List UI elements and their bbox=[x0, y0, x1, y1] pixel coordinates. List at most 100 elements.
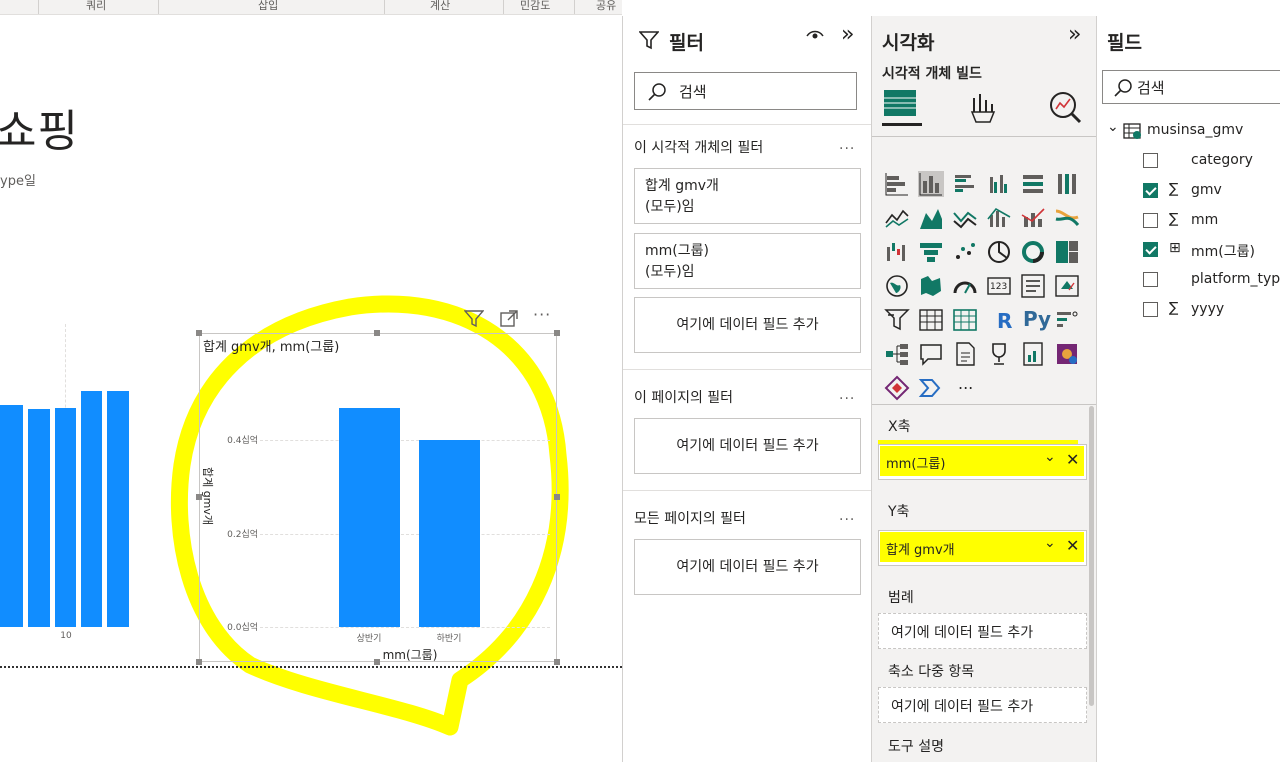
focus-mode-icon[interactable] bbox=[499, 310, 519, 328]
all-pages-filters-more-icon[interactable]: ... bbox=[839, 508, 855, 524]
narrative-icon[interactable] bbox=[952, 341, 978, 367]
fields-search-input[interactable]: 검색 bbox=[1102, 70, 1280, 104]
build-visual-tab[interactable] bbox=[882, 86, 922, 126]
field-checkbox[interactable] bbox=[1143, 213, 1158, 228]
page-add-field-drop[interactable]: 여기에 데이터 필드 추가 bbox=[634, 418, 861, 474]
y-tick-label: 0.0십억 bbox=[227, 623, 258, 633]
x-axis-field-pill[interactable]: mm(그룹) ⌄ ✕ bbox=[880, 446, 1084, 476]
field-label: category bbox=[1191, 152, 1253, 168]
ribbon-tab-insert[interactable]: 삽입 bbox=[258, 0, 278, 13]
pie-chart-icon[interactable] bbox=[986, 239, 1012, 265]
decomposition-tree-icon[interactable] bbox=[884, 341, 910, 367]
matrix-icon[interactable] bbox=[952, 307, 978, 333]
key-influencers-icon[interactable] bbox=[1054, 307, 1080, 333]
scatter-icon[interactable] bbox=[952, 239, 978, 265]
remove-field-icon[interactable]: ✕ bbox=[1066, 450, 1079, 469]
analytics-icon[interactable] bbox=[1048, 90, 1082, 124]
small-multiples-well[interactable]: 여기에 데이터 필드 추가 bbox=[878, 687, 1087, 723]
viz-scrollbar[interactable] bbox=[1089, 406, 1094, 706]
eye-icon[interactable] bbox=[805, 28, 825, 44]
ribbon-tab-sensitivity[interactable]: 민감도 bbox=[520, 0, 550, 13]
paginated-report-icon[interactable] bbox=[1020, 341, 1046, 367]
chevron-expanded-icon[interactable]: ⌄ bbox=[1107, 119, 1119, 135]
clustered-column-icon[interactable] bbox=[986, 171, 1012, 197]
stacked-area-icon[interactable] bbox=[952, 205, 978, 231]
python-visual-icon[interactable]: Py bbox=[1023, 307, 1051, 331]
filter-card-mm-group[interactable]: mm(그룹) (모두)임 bbox=[634, 233, 861, 289]
field-checkbox-checked[interactable] bbox=[1143, 183, 1158, 198]
multi-row-card-icon[interactable] bbox=[1020, 273, 1046, 299]
legend-well[interactable]: 여기에 데이터 필드 추가 bbox=[878, 613, 1087, 649]
sum-icon: ∑ bbox=[1169, 300, 1179, 316]
collapse-filters-icon[interactable]: » bbox=[841, 22, 854, 47]
ribbon-tab-share[interactable]: 공유 bbox=[596, 0, 616, 13]
field-checkbox[interactable] bbox=[1143, 302, 1158, 317]
gauge-icon[interactable] bbox=[952, 273, 978, 299]
funnel-icon[interactable] bbox=[918, 239, 944, 265]
y-axis-field-pill[interactable]: 합계 gmv개 ⌄ ✕ bbox=[880, 532, 1084, 562]
power-automate-icon[interactable] bbox=[884, 375, 910, 401]
ribbon-tab-query[interactable]: 쿼리 bbox=[86, 0, 106, 13]
stacked-bar-icon[interactable] bbox=[884, 171, 910, 197]
resize-handle[interactable] bbox=[196, 659, 202, 665]
table-icon[interactable] bbox=[918, 307, 944, 333]
qa-icon[interactable] bbox=[918, 341, 944, 367]
chevron-down-icon[interactable]: ⌄ bbox=[1044, 535, 1056, 551]
format-visual-icon[interactable] bbox=[968, 90, 1000, 124]
resize-handle[interactable] bbox=[374, 330, 380, 336]
100-column-icon[interactable] bbox=[1054, 171, 1080, 197]
ribbon-tab-calc[interactable]: 계산 bbox=[430, 0, 450, 13]
field-checkbox[interactable] bbox=[1143, 153, 1158, 168]
map-icon[interactable] bbox=[884, 273, 910, 299]
kpi-icon[interactable] bbox=[1054, 273, 1080, 299]
visual-filters-heading: 이 시각적 개체의 필터 bbox=[634, 140, 764, 156]
visual-filters-more-icon[interactable]: ... bbox=[839, 137, 855, 153]
r-visual-icon[interactable]: R bbox=[997, 309, 1012, 333]
filter-icon bbox=[639, 31, 659, 50]
y-tick-label: 0.2십억 bbox=[227, 529, 258, 540]
visual-more-options-icon[interactable]: ··· bbox=[533, 305, 551, 324]
line-stacked-column-icon[interactable] bbox=[1020, 205, 1046, 231]
smart-narrative-icon[interactable] bbox=[918, 375, 944, 401]
y-tick-label: 0.4십억 bbox=[227, 436, 258, 447]
chevron-down-icon[interactable]: ⌄ bbox=[1044, 449, 1056, 465]
field-checkbox-checked[interactable] bbox=[1143, 242, 1158, 257]
visual-filter-icon[interactable] bbox=[464, 310, 484, 328]
line-chart-icon[interactable] bbox=[884, 205, 910, 231]
more-visuals-icon[interactable]: ... bbox=[958, 374, 973, 393]
bar-1[interactable] bbox=[338, 407, 400, 627]
stacked-column-icon[interactable] bbox=[918, 171, 944, 197]
line-clustered-column-icon[interactable] bbox=[986, 205, 1012, 231]
donut-chart-icon[interactable] bbox=[1020, 239, 1046, 265]
resize-handle[interactable] bbox=[554, 659, 560, 665]
slicer-icon[interactable] bbox=[884, 307, 910, 333]
field-checkbox[interactable] bbox=[1143, 272, 1158, 287]
all-pages-add-field-drop[interactable]: 여기에 데이터 필드 추가 bbox=[634, 539, 861, 595]
filters-search-input[interactable]: 검색 bbox=[634, 72, 857, 110]
remove-field-icon[interactable]: ✕ bbox=[1066, 536, 1079, 555]
resize-handle[interactable] bbox=[554, 494, 560, 500]
goals-icon[interactable] bbox=[986, 341, 1012, 367]
bar-2[interactable] bbox=[418, 440, 480, 627]
resize-handle[interactable] bbox=[554, 330, 560, 336]
power-apps-icon[interactable] bbox=[1054, 341, 1080, 367]
viz-build-heading: 시각적 개체 빌드 bbox=[882, 66, 982, 82]
collapse-viz-icon[interactable]: » bbox=[1068, 22, 1081, 47]
left-chart[interactable]: 10 bbox=[0, 320, 135, 650]
fields-title: 필드 bbox=[1107, 32, 1142, 54]
filter-card-gmv-name: 합계 gmv개 bbox=[645, 178, 719, 194]
filled-map-icon[interactable] bbox=[918, 273, 944, 299]
field-label: yyyy bbox=[1191, 301, 1225, 317]
filter-card-gmv[interactable]: 합계 gmv개 (모두)임 bbox=[634, 168, 861, 224]
visual-add-field-drop[interactable]: 여기에 데이터 필드 추가 bbox=[634, 297, 861, 353]
resize-handle[interactable] bbox=[196, 330, 202, 336]
clustered-bar-icon[interactable] bbox=[952, 171, 978, 197]
treemap-icon[interactable] bbox=[1054, 239, 1080, 265]
gridline bbox=[260, 440, 550, 442]
waterfall-icon[interactable] bbox=[884, 239, 910, 265]
canvas-divider-line bbox=[0, 666, 622, 668]
area-chart-icon[interactable] bbox=[918, 205, 944, 231]
ribbon-chart-icon[interactable] bbox=[1054, 205, 1080, 231]
100-bar-icon[interactable] bbox=[1020, 171, 1046, 197]
page-filters-more-icon[interactable]: ... bbox=[839, 387, 855, 403]
